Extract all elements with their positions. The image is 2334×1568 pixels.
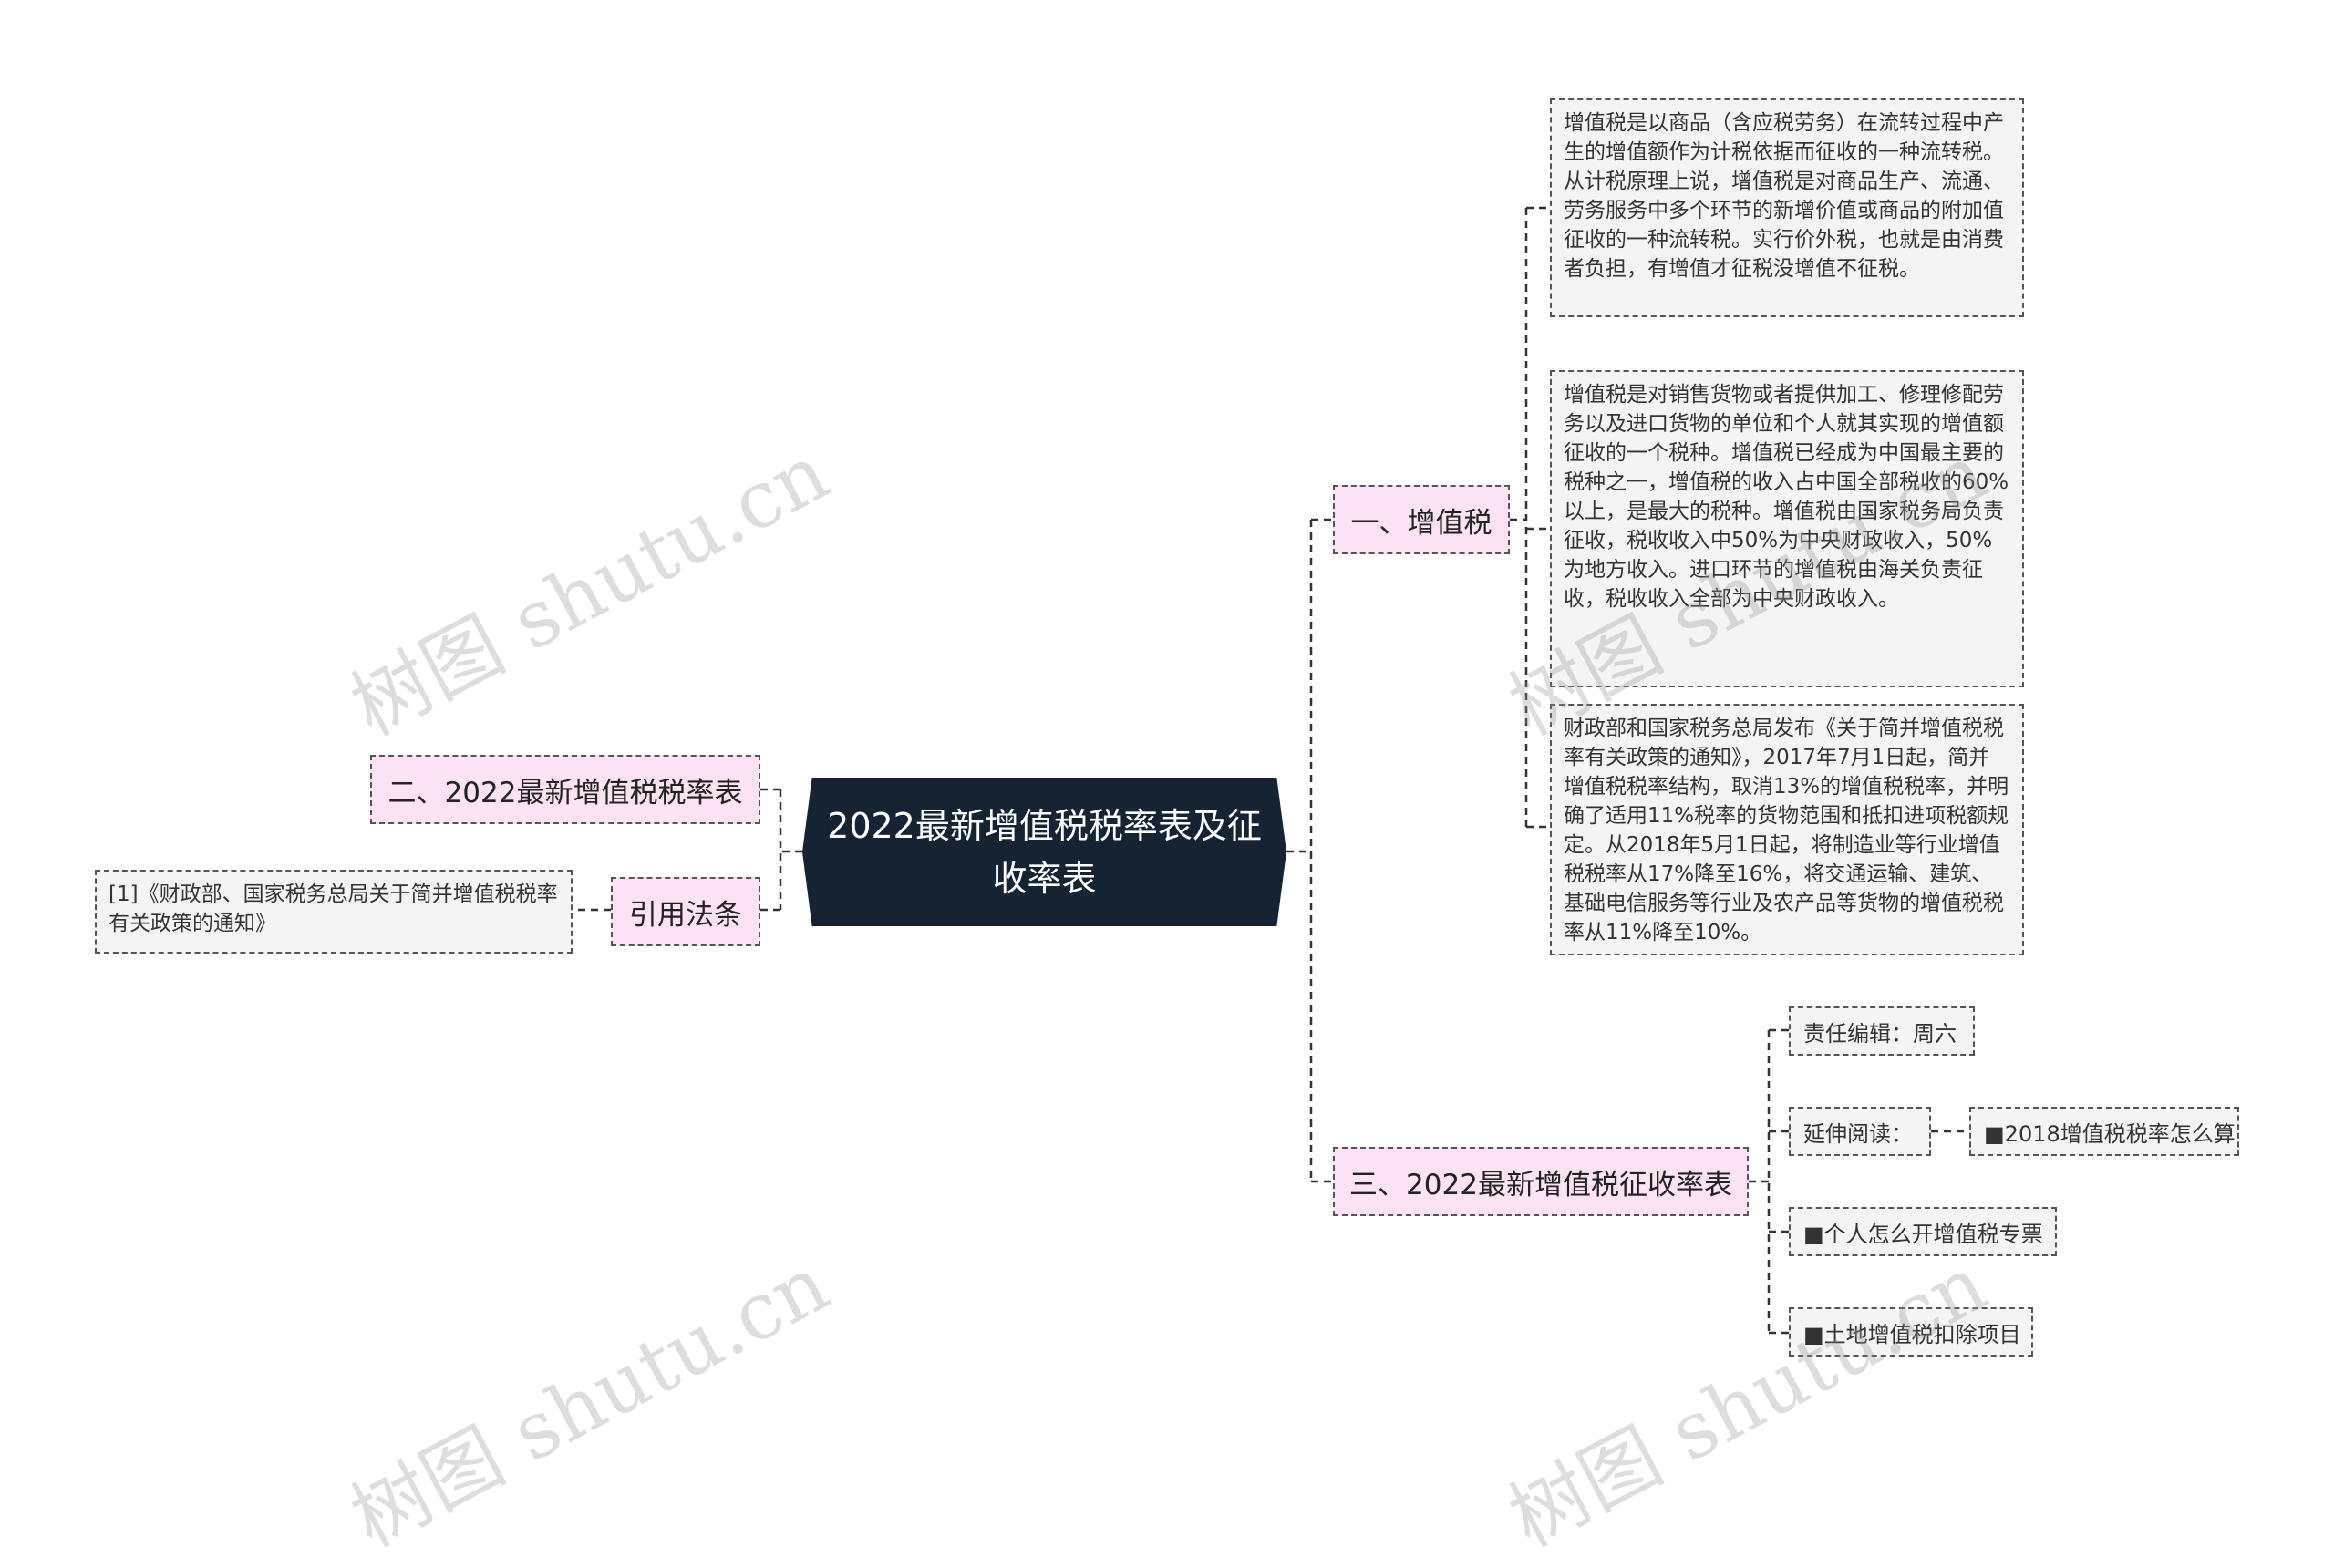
vat-paragraph-2[interactable]: 增值税是对销售货物或者提供加工、修理修配劳务以及进口货物的单位和个人就其实现的增… — [1550, 370, 2024, 687]
central-topic-text: 2022最新增值税税率表及征收率表 — [827, 805, 1262, 899]
link-personal-vat-invoice-text: ■个人怎么开增值税专票 — [1803, 1221, 2043, 1247]
vat-paragraph-1[interactable]: 增值税是以商品（含应税劳务）在流转过程中产生的增值额作为计税依据而征收的一种流转… — [1550, 98, 2024, 317]
branch-vat-rate-table[interactable]: 二、2022最新增值税税率表 — [370, 755, 760, 824]
vat-paragraph-3[interactable]: 财政部和国家税务总局发布《关于简并增值税税率有关政策的通知》，2017年7月1日… — [1550, 704, 2024, 955]
editor-note-text: 责任编辑：周六 — [1803, 1020, 1957, 1047]
branch-citation[interactable]: 引用法条 — [611, 877, 760, 946]
link-land-vat-deductions-text: ■土地增值税扣除项目 — [1803, 1321, 2021, 1347]
branch-citation-label: 引用法条 — [629, 898, 742, 932]
extended-reading-label: 延伸阅读： — [1803, 1120, 1913, 1147]
link-personal-vat-invoice[interactable]: ■个人怎么开增值税专票 — [1789, 1207, 2057, 1256]
central-topic[interactable]: 2022最新增值税税率表及征收率表 — [802, 778, 1286, 926]
vat-paragraph-1-text: 增值税是以商品（含应税劳务）在流转过程中产生的增值额作为计税依据而征收的一种流转… — [1564, 111, 2004, 281]
vat-paragraph-3-text: 财政部和国家税务总局发布《关于简并增值税税率有关政策的通知》，2017年7月1日… — [1564, 717, 2009, 944]
branch-levy-rate-table[interactable]: 三、2022最新增值税征收率表 — [1333, 1147, 1749, 1216]
branch-vat[interactable]: 一、增值税 — [1333, 485, 1510, 554]
extended-reading[interactable]: 延伸阅读： — [1789, 1107, 1931, 1156]
link-land-vat-deductions[interactable]: ■土地增值税扣除项目 — [1789, 1307, 2033, 1357]
link-2018-vat-rate-text: ■2018增值税税率怎么算 — [1984, 1120, 2236, 1147]
citation-text: [1]《财政部、国家税务总局关于简并增值税税率有关政策的通知》 — [108, 882, 558, 935]
mindmap-canvas: 2022最新增值税税率表及征收率表 一、增值税 增值税是以商品（含应税劳务）在流… — [0, 0, 2334, 1565]
editor-note[interactable]: 责任编辑：周六 — [1789, 1006, 1975, 1056]
link-2018-vat-rate[interactable]: ■2018增值税税率怎么算 — [1969, 1107, 2239, 1156]
branch-vat-label: 一、增值税 — [1350, 506, 1492, 540]
citation-text-box[interactable]: [1]《财政部、国家税务总局关于简并增值税税率有关政策的通知》 — [95, 870, 573, 954]
vat-paragraph-2-text: 增值税是对销售货物或者提供加工、修理修配劳务以及进口货物的单位和个人就其实现的增… — [1564, 383, 2009, 611]
branch-vat-rate-table-label: 二、2022最新增值税税率表 — [387, 776, 743, 810]
branch-levy-rate-table-label: 三、2022最新增值税征收率表 — [1349, 1168, 1732, 1202]
